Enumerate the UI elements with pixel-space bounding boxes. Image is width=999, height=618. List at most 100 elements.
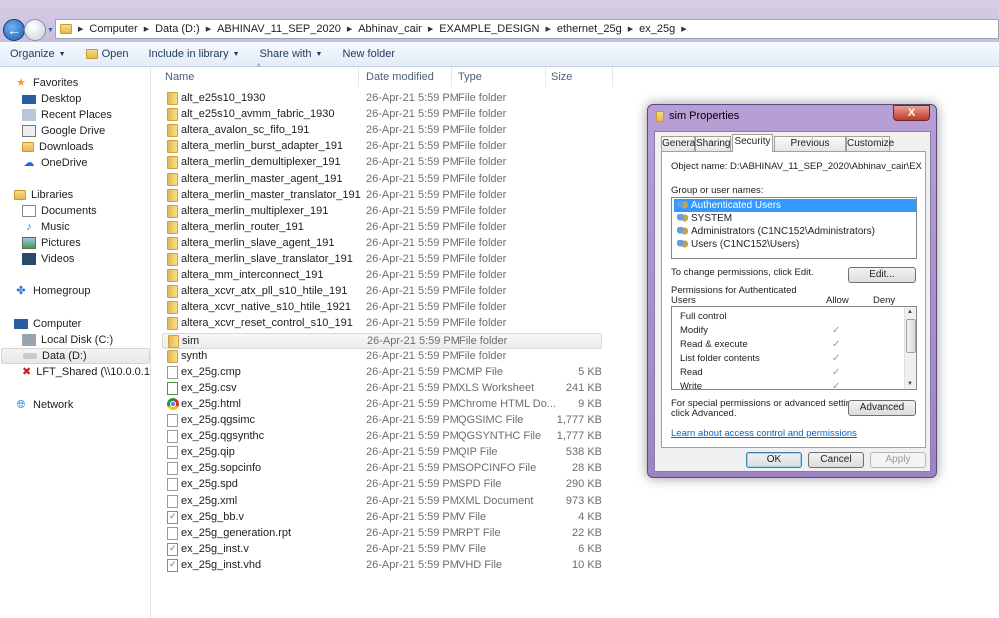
file-row[interactable]: ex_25g.csv 26-Apr-21 5:59 PM XLS Worksheet… [162,381,602,397]
file-row[interactable]: altera_merlin_multiplexer_191 26-Apr-21 5… [162,204,602,220]
chevron-right-icon[interactable]: ▶ [428,25,433,33]
file-row[interactable]: alt_e25s10_avmm_fabric_1930 26-Apr-21 5:5… [162,107,602,123]
file-row[interactable]: altera_merlin_burst_adapter_191 26-Apr-21… [162,139,602,155]
close-button[interactable]: X [893,105,930,121]
file-row[interactable]: ex_25g.html 26-Apr-21 5:59 PM Chrome HTML … [162,397,602,413]
breadcrumb-abhinav-11-sep-2020[interactable]: ABHINAV_11_SEP_2020 [217,23,341,35]
file-row[interactable]: ex_25g.xml 26-Apr-21 5:59 PM XML Document 9… [162,494,602,510]
file-row[interactable]: altera_xcvr_native_s10_htile_1921 26-Apr-… [162,300,602,316]
tab-previous-versions[interactable]: Previous Versions [774,136,846,163]
chevron-right-icon[interactable]: ▶ [78,25,83,33]
chevron-right-icon[interactable]: ▶ [206,25,211,33]
scrollbar[interactable]: ▲ ▼ [904,307,916,389]
nav-lft-shared[interactable]: ✖ LFT_Shared (\\10.0.0.13) (Z:) [22,364,150,380]
apply-button[interactable]: Apply [870,452,926,468]
nav-documents[interactable]: Documents [22,203,97,219]
file-row[interactable]: sim 26-Apr-21 5:59 PM File folder [162,332,602,349]
nav-data-d[interactable]: Data (D:) [1,348,150,364]
recent-pages-dropdown[interactable]: ▼ [47,27,54,34]
nav-homegroup[interactable]: ✤ Homegroup [14,283,90,299]
file-row[interactable]: altera_merlin_demultiplexer_191 26-Apr-21… [162,155,602,171]
file-row[interactable]: ex_25g.qgsimc 26-Apr-21 5:59 PM QGSIMC Fil… [162,413,602,429]
file-row[interactable]: altera_xcvr_atx_pll_s10_htile_191 26-Apr-… [162,284,602,300]
open-button[interactable]: Open [76,48,139,60]
learn-more-link[interactable]: Learn about access control and permissio… [671,428,857,439]
nav-favorites[interactable]: ★ Favorites [14,75,78,91]
breadcrumb-ethernet-25g[interactable]: ethernet_25g [557,23,622,35]
column-header-name[interactable]: Name [165,71,194,83]
back-button[interactable]: ← [3,19,25,41]
tab-sharing[interactable]: Sharing [695,136,731,151]
file-row[interactable]: ex_25g_generation.rpt 26-Apr-21 5:59 PM RP… [162,526,602,542]
file-row[interactable]: ex_25g_bb.v 26-Apr-21 5:59 PMV File 4 KB [162,510,602,526]
cancel-button[interactable]: Cancel [808,452,864,468]
share-with-button[interactable]: Share with ▼ [250,48,333,60]
chevron-right-icon[interactable]: ▶ [144,25,149,33]
nav-local-disk-c[interactable]: Local Disk (C:) [22,332,113,348]
scroll-thumb[interactable] [906,319,916,353]
nav-downloads[interactable]: Downloads [22,139,93,155]
group-item-administrators[interactable]: Administrators (C1NC152\Administrators) [674,225,916,238]
include-in-library-button[interactable]: Include in library ▼ [139,48,250,60]
chevron-right-icon[interactable]: ▶ [545,25,550,33]
file-row[interactable]: ex_25g.qip 26-Apr-21 5:59 PM QIP File 538 K… [162,445,602,461]
file-row[interactable]: altera_merlin_master_translator_191 26-Ap… [162,188,602,204]
file-row[interactable]: ex_25g.spd 26-Apr-21 5:59 PM SPD File 290 K… [162,477,602,493]
nav-desktop[interactable]: Desktop [22,91,81,107]
file-row[interactable]: alt_e25s10_1930 26-Apr-21 5:59 PM File fol… [162,91,602,107]
new-folder-button[interactable]: New folder [332,48,405,60]
chevron-right-icon[interactable]: ▶ [681,25,686,33]
scroll-up-icon[interactable]: ▲ [907,309,913,315]
file-row[interactable]: ex_25g_inst.v 26-Apr-21 5:59 PMV File 6 KB [162,542,602,558]
group-item-users[interactable]: Users (C1NC152\Users) [674,238,916,251]
breadcrumb-example-design[interactable]: EXAMPLE_DESIGN [439,23,539,35]
nav-network[interactable]: 🌐︎ Network [14,397,74,413]
file-row[interactable]: altera_mm_interconnect_191 26-Apr-21 5:59… [162,268,602,284]
column-header-size[interactable]: Size [551,71,572,83]
ok-button[interactable]: OK [746,452,802,468]
nav-onedrive[interactable]: ☁ OneDrive [22,155,88,171]
nav-music[interactable]: ♪ Music [22,219,69,235]
file-row[interactable]: altera_merlin_slave_translator_191 26-Apr… [162,252,602,268]
file-row[interactable]: ex_25g.qgsynthc 26-Apr-21 5:59 PM QGSYNTHC… [162,429,602,445]
tab-security[interactable]: Security [732,134,773,152]
breadcrumb-abhinav-cair[interactable]: Abhinav_cair [358,23,422,35]
file-row[interactable]: altera_merlin_slave_agent_191 26-Apr-21 5… [162,236,602,252]
chevron-right-icon[interactable]: ▶ [347,25,352,33]
group-list[interactable]: Authenticated Users SYSTEM Administrator… [671,197,917,259]
breadcrumb-ex-25g[interactable]: ex_25g [639,23,675,35]
breadcrumb-data-d[interactable]: Data (D:) [155,23,200,35]
file-row[interactable]: synth 26-Apr-21 5:59 PM File folder [162,349,602,365]
tab-customize[interactable]: Customize [846,136,894,151]
edit-button[interactable]: Edit... [848,267,916,283]
group-item-system[interactable]: SYSTEM [674,212,916,225]
scroll-down-icon[interactable]: ▼ [907,381,913,387]
column-divider[interactable] [545,67,546,87]
nav-libraries[interactable]: Libraries [14,187,73,203]
file-row[interactable]: ex_25g.sopcinfo 26-Apr-21 5:59 PM SOPCINFO… [162,461,602,477]
advanced-button[interactable]: Advanced [848,400,916,416]
breadcrumb-computer[interactable]: Computer [89,23,137,35]
file-row[interactable]: altera_avalon_sc_fifo_191 26-Apr-21 5:59 … [162,123,602,139]
column-divider[interactable] [612,67,613,87]
column-divider[interactable] [358,67,359,87]
nav-pictures[interactable]: Pictures [22,235,81,251]
nav-google-drive[interactable]: Google Drive [22,123,105,139]
file-row[interactable]: altera_merlin_router_191 26-Apr-21 5:59 P… [162,220,602,236]
nav-computer[interactable]: Computer [14,316,81,332]
nav-videos[interactable]: Videos [22,251,74,267]
chevron-right-icon[interactable]: ▶ [628,25,633,33]
address-bar[interactable]: ▶ Computer ▶ Data (D:) ▶ ABHINAV_11_SEP_20… [55,19,999,39]
column-header-date-modified[interactable]: Date modified [366,71,434,83]
tab-general[interactable]: General [661,136,698,151]
column-header-type[interactable]: Type [458,71,482,83]
column-divider[interactable] [451,67,452,87]
forward-button[interactable] [24,19,46,41]
group-item-authenticated-users[interactable]: Authenticated Users [674,199,916,212]
file-row[interactable]: altera_xcvr_reset_control_s10_191 26-Apr-… [162,316,602,332]
file-row[interactable]: ex_25g.cmp 26-Apr-21 5:59 PM CMP File 5 KB [162,365,602,381]
file-row[interactable]: altera_merlin_master_agent_191 26-Apr-21 … [162,172,602,188]
nav-recent-places[interactable]: Recent Places [22,107,112,123]
file-row[interactable]: ex_25g_inst.vhd 26-Apr-21 5:59 PMVHD File… [162,558,602,574]
organize-button[interactable]: Organize ▼ [0,48,76,60]
